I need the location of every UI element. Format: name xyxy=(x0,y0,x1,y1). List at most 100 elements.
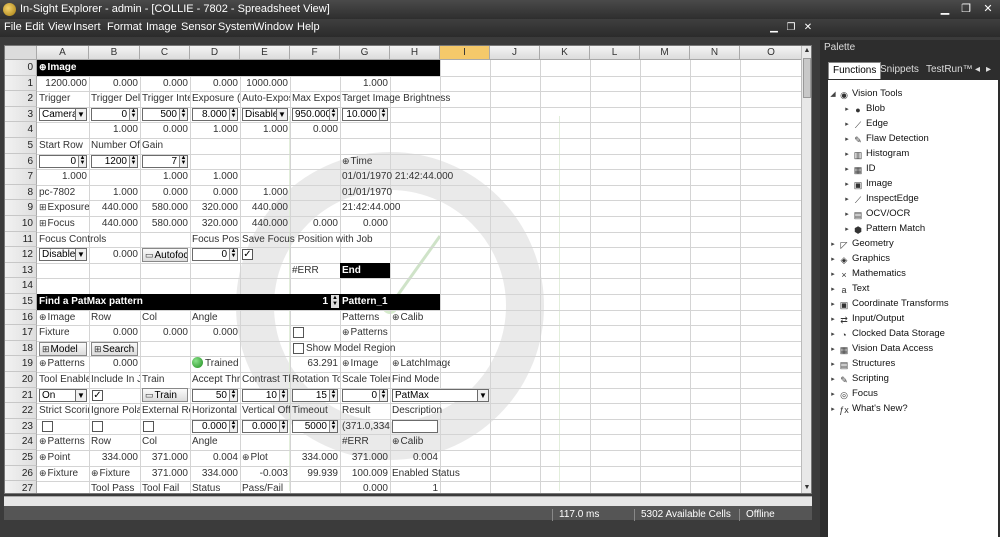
cell-d9[interactable]: 320.000 xyxy=(190,200,240,216)
tree-item-histogram[interactable]: ▸ ▥ Histogram xyxy=(842,146,909,161)
row-header-2[interactable]: 2 xyxy=(5,91,37,107)
expand-icon[interactable]: ▸ xyxy=(828,267,838,282)
pattern-checkbox[interactable] xyxy=(293,327,304,338)
column-header-l[interactable]: L xyxy=(590,46,640,60)
cell-g2[interactable]: Target Image Brightness xyxy=(340,91,460,107)
cell-b27[interactable]: Tool Pass xyxy=(89,481,140,493)
cell-e2[interactable]: Auto-Expos xyxy=(240,91,290,107)
cell-a19[interactable]: ⊕Patterns xyxy=(37,356,89,372)
column-header-o[interactable]: O xyxy=(740,46,803,60)
cell-e1[interactable]: 1000.000 xyxy=(240,76,290,92)
tree-item-geometry[interactable]: ▸ ◸ Geometry xyxy=(828,236,893,251)
row-header-9[interactable]: 9 xyxy=(5,200,37,216)
contrast-threshold-spinner[interactable]: 10 ▲ ▼ xyxy=(242,388,288,402)
cell-c22[interactable]: External Re xyxy=(140,403,190,419)
cell-b25[interactable]: 334.000 xyxy=(89,450,140,466)
cell-b26[interactable]: ⊕Fixture xyxy=(89,466,140,482)
row-header-21[interactable]: 21 xyxy=(5,387,37,404)
expand-icon[interactable]: ▸ xyxy=(842,192,852,207)
cell-c17[interactable]: 0.000 xyxy=(140,325,190,341)
external-region-checkbox[interactable] xyxy=(143,420,154,432)
cell-b17[interactable]: 0.000 xyxy=(89,325,140,341)
tool-enable-dropdown[interactable]: On ▼ xyxy=(39,388,87,402)
auto-exposure-dropdown[interactable]: Disable ▼ xyxy=(242,108,288,121)
cell-c7[interactable]: 1.000 xyxy=(140,169,190,185)
cell-h22[interactable]: Description xyxy=(390,403,450,419)
column-header-m[interactable]: M xyxy=(640,46,690,60)
search-button[interactable]: ⊞Search xyxy=(91,341,138,356)
cell-g8[interactable]: 01/01/1970 xyxy=(340,185,400,201)
expand-icon[interactable]: ▸ xyxy=(828,357,838,372)
menu-edit[interactable]: Edit xyxy=(25,21,44,33)
cell-a11[interactable]: Focus Controls xyxy=(37,232,140,248)
cell-b2[interactable]: Trigger Del xyxy=(89,91,140,107)
cell-f25[interactable]: 334.000 xyxy=(290,450,340,466)
row-header-5[interactable]: 5 xyxy=(5,138,37,154)
tree-item-id[interactable]: ▸ ▦ ID xyxy=(842,161,875,176)
cell-d1[interactable]: 0.000 xyxy=(190,76,240,92)
cell-f19[interactable]: 63.291 xyxy=(290,356,340,372)
cell-g27[interactable]: 0.000 xyxy=(340,481,390,493)
vertical-scrollbar[interactable]: ▲ ▼ xyxy=(801,46,811,493)
cell-a2[interactable]: Trigger xyxy=(37,91,89,107)
row-header-16[interactable]: 16 xyxy=(5,309,37,326)
cell-b16[interactable]: Row xyxy=(89,310,140,326)
expand-icon[interactable]: ▸ xyxy=(828,312,838,327)
cell-c4[interactable]: 0.000 xyxy=(140,122,190,138)
cell-a26[interactable]: ⊕Fixture xyxy=(37,466,89,482)
tree-item-pattern-match[interactable]: ▸ ⬢ Pattern Match xyxy=(842,221,925,236)
column-header-a[interactable]: A xyxy=(37,46,89,60)
cell-a9[interactable]: ⊞Exposure xyxy=(37,200,89,216)
cell-h20[interactable]: Find Mode xyxy=(390,372,440,388)
expand-icon[interactable]: ▸ xyxy=(828,402,838,417)
row-header-10[interactable]: 10 xyxy=(5,216,37,232)
cell-d17[interactable]: 0.000 xyxy=(190,325,240,341)
menu-insert[interactable]: Insert xyxy=(73,21,101,33)
gain-spinner[interactable]: 7 ▲ ▼ xyxy=(142,154,188,168)
strict-scoring-checkbox[interactable] xyxy=(42,420,53,432)
row-header-14[interactable]: 14 xyxy=(5,278,37,294)
cell-e27[interactable]: Pass/Fail xyxy=(240,481,290,493)
cell-g19[interactable]: ⊕Image xyxy=(340,356,390,372)
tree-item-input-output[interactable]: ▸ ⇄ Input/Output xyxy=(828,311,904,326)
tab-functions[interactable]: Functions xyxy=(828,62,882,79)
cell-c20[interactable]: Train xyxy=(140,372,190,388)
cell-a1[interactable]: 1200.000 xyxy=(37,76,89,92)
cell-g6[interactable]: ⊕Time xyxy=(340,154,400,170)
row-header-3[interactable]: 3 xyxy=(5,106,37,123)
cell-b9[interactable]: 440.000 xyxy=(89,200,140,216)
cell-b1[interactable]: 0.000 xyxy=(89,76,140,92)
expand-icon[interactable]: ▸ xyxy=(842,102,852,117)
menu-file[interactable]: File xyxy=(4,21,22,33)
cell-a8[interactable]: pc-7802 xyxy=(37,185,89,201)
tree-item-image[interactable]: ▸ ▣ Image xyxy=(842,176,892,191)
expand-icon[interactable]: ▸ xyxy=(828,252,838,267)
cell-a5[interactable]: Start Row xyxy=(37,138,89,154)
row-header-25[interactable]: 25 xyxy=(5,450,37,466)
trigger-delay-spinner[interactable]: 0 ▲ ▼ xyxy=(91,108,138,121)
tab-scroll-left-icon[interactable]: ◂ xyxy=(973,62,982,79)
cell-f26[interactable]: 99.939 xyxy=(290,466,340,482)
tree-item-edge[interactable]: ▸ ⟋ Edge xyxy=(842,116,888,131)
cell-g15[interactable]: Pattern_1 xyxy=(340,294,390,310)
description-input[interactable] xyxy=(392,420,438,433)
cell-d11[interactable]: Focus Pos xyxy=(190,232,240,248)
cell-e25[interactable]: ⊕Plot xyxy=(240,450,290,466)
cell-h25[interactable]: 0.004 xyxy=(390,450,440,466)
cell-d4[interactable]: 1.000 xyxy=(190,122,240,138)
column-header-j[interactable]: J xyxy=(490,46,540,60)
target-brightness-spinner[interactable]: 10.000 ▲ ▼ xyxy=(342,108,388,121)
menu-format[interactable]: Format xyxy=(107,21,142,33)
row-header-1[interactable]: 1 xyxy=(5,75,37,92)
tree-item-graphics[interactable]: ▸ ◈ Graphics xyxy=(828,251,890,266)
cell-e10[interactable]: 440.000 xyxy=(240,216,290,232)
cell-c25[interactable]: 371.000 xyxy=(140,450,190,466)
scroll-down-icon[interactable]: ▼ xyxy=(802,483,811,493)
cell-g16[interactable]: Patterns xyxy=(340,310,390,326)
cell-d16[interactable]: Angle xyxy=(190,310,240,326)
cell-h19[interactable]: ⊕LatchImage xyxy=(390,356,450,372)
tree-item-ocv-ocr[interactable]: ▸ ▤ OCV/OCR xyxy=(842,206,910,221)
row-header-6[interactable]: 6 xyxy=(5,153,37,170)
save-focus-checkbox[interactable]: ✓ xyxy=(242,249,253,260)
cell-h16[interactable]: ⊕Calib xyxy=(390,310,440,326)
